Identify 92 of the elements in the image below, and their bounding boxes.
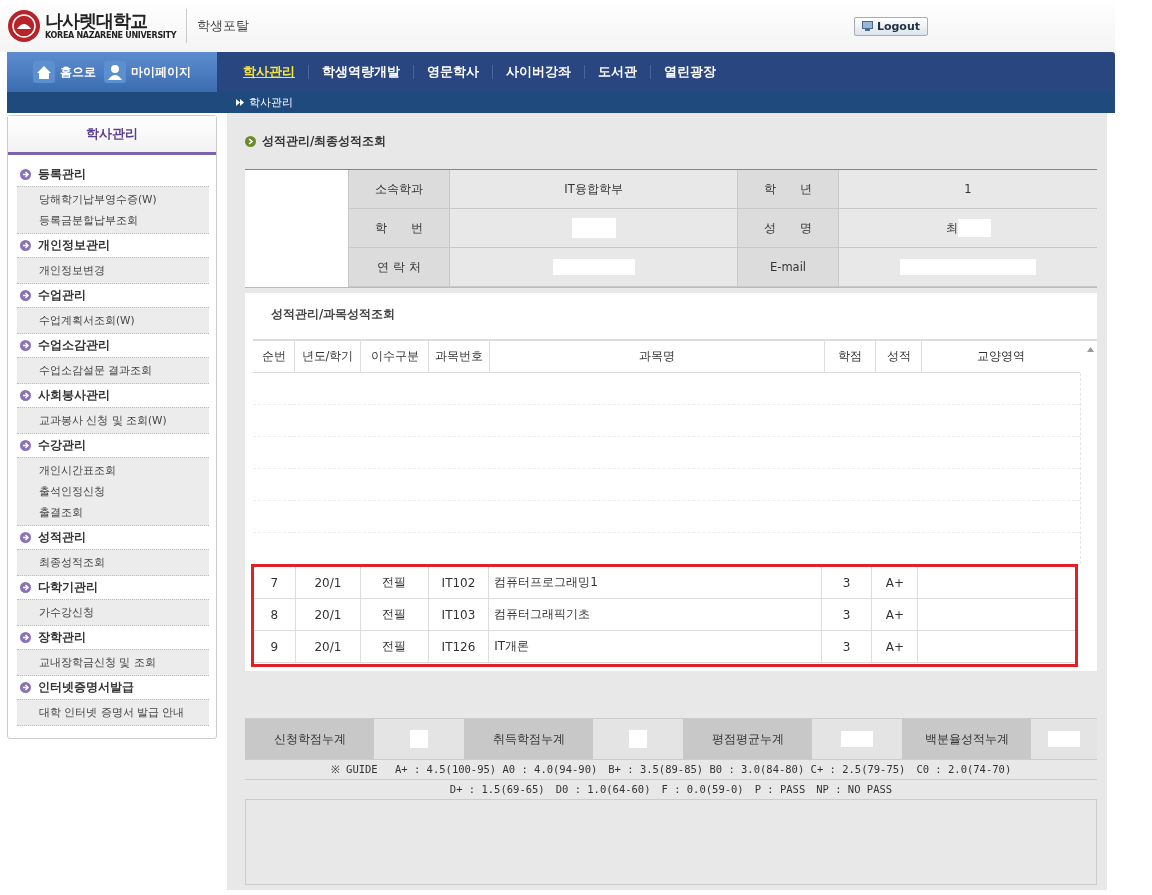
table-cell: 전필	[361, 631, 429, 663]
column-header: 과목번호	[429, 341, 490, 373]
menu-tab[interactable]: 학사관리	[243, 63, 295, 81]
field-label: 학 년	[737, 170, 838, 209]
arrow-circle-icon	[20, 240, 31, 251]
column-header: 과목명	[490, 341, 825, 373]
page-title-text: 성적관리/최종성적조회	[262, 132, 387, 150]
breadcrumb-text: 학사관리	[249, 95, 293, 110]
monitor-icon	[861, 21, 873, 31]
home-link[interactable]: 홈으로	[33, 61, 96, 83]
table-cell: 9	[254, 631, 296, 663]
menu-tab[interactable]: 영문학사	[427, 63, 479, 81]
sidebar-group-title[interactable]: 개인정보관리	[38, 237, 110, 254]
menu-tab[interactable]: 도서관	[598, 63, 637, 81]
column-header: 교양영역	[922, 341, 1080, 373]
sidebar-group-title[interactable]: 장학관리	[38, 629, 86, 646]
field-label: E-mail	[737, 248, 838, 287]
section-title: 성적관리/과목성적조회	[270, 306, 397, 323]
sidebar-group-title[interactable]: 사회봉사관리	[38, 387, 110, 404]
table-cell: 7	[254, 567, 296, 599]
table-cell: 컴퓨터프로그래밍1	[489, 567, 822, 599]
value-text: 최	[945, 220, 958, 236]
house-icon	[33, 61, 55, 83]
column-header: 년도/학기	[295, 341, 361, 373]
field-label: 연 락 처	[348, 248, 449, 287]
arrow-circle-icon	[20, 440, 31, 451]
table-cell: 3	[821, 631, 873, 663]
person-icon	[104, 61, 126, 83]
table-cell: A+	[872, 631, 919, 663]
sidebar-item[interactable]: 당해학기납부영수증(W)	[17, 189, 209, 210]
value-text: IT융합학부	[564, 181, 623, 197]
table-cell: 컴퓨터그래픽기초	[489, 599, 822, 631]
field-label: 학 번	[348, 209, 449, 248]
mypage-link[interactable]: 마이페이지	[104, 61, 191, 83]
arrow-circle-icon	[20, 169, 31, 180]
table-cell: IT126	[428, 631, 490, 663]
sidebar-item[interactable]: 등록금분할납부조회	[17, 210, 209, 231]
arrow-circle-icon	[20, 390, 31, 401]
table-cell: 전필	[361, 567, 429, 599]
arrow-circle-icon	[20, 682, 31, 693]
sidebar-group-title[interactable]: 성적관리	[38, 529, 86, 546]
table-cell: A+	[872, 567, 919, 599]
sidebar-item[interactable]: 출석인정신청	[17, 481, 209, 502]
summary-label: 백분율성적누계	[902, 719, 1031, 759]
sidebar-group-title[interactable]: 수업소감관리	[38, 337, 110, 354]
menu-tab[interactable]: 학생역량개발	[322, 63, 400, 81]
column-header: 학점	[825, 341, 876, 373]
sidebar-group-title[interactable]: 인터넷증명서발급	[38, 679, 134, 696]
summary-label: 취득학점누계	[464, 719, 593, 759]
sidebar-item[interactable]: 개인시간표조회	[17, 460, 209, 481]
table-cell: 3	[821, 567, 873, 599]
table-cell: IT개론	[489, 631, 822, 663]
chevron-circle-icon	[245, 135, 256, 147]
column-header: 성적	[876, 341, 922, 373]
table-cell: IT103	[428, 599, 490, 631]
arrow-circle-icon	[20, 340, 31, 351]
sidebar-group-title[interactable]: 등록관리	[38, 166, 86, 183]
value-text: 1	[964, 182, 972, 196]
field-label: 성 명	[737, 209, 838, 248]
table-cell: 20/1	[295, 599, 362, 631]
sidebar-title: 학사관리	[8, 116, 216, 155]
column-header: 이수구분	[361, 341, 429, 373]
arrow-circle-icon	[20, 290, 31, 301]
table-cell: 20/1	[295, 631, 362, 663]
scroll-up-arrow-icon	[1087, 347, 1094, 352]
table-cell: 8	[254, 599, 296, 631]
double-chevron-icon	[236, 99, 244, 106]
table-cell: 20/1	[295, 567, 362, 599]
sidebar-item[interactable]: 출결조회	[17, 502, 209, 523]
university-seal-icon	[7, 9, 41, 43]
university-name: 나사렛대학교	[45, 11, 148, 31]
menu-tab[interactable]: 열린광장	[664, 63, 716, 81]
university-subtitle: KOREA NAZARENE UNIVERSITY	[45, 31, 177, 41]
arrow-circle-icon	[20, 582, 31, 593]
portal-title: 학생포탈	[197, 17, 250, 35]
arrow-circle-icon	[20, 532, 31, 543]
grade-guide-text: ※ GUIDE A+ : 4.5(100-95) A0 : 4.0(94-90) B+ : 3.5(89-85) B0 : 3.0(84-80) C+ : 2.5(79-75) C0 : 2.0(74-70)	[245, 759, 1097, 779]
column-header: 순번	[253, 341, 295, 373]
summary-label: 평점평균누계	[683, 719, 812, 759]
logout-button[interactable]: Logout	[853, 16, 928, 36]
grade-guide-text: D+ : 1.5(69-65) D0 : 1.0(64-60) F : 0.0(59-0) P : PASS NP : NO PASS	[245, 779, 1097, 799]
menu-tab[interactable]: 사이버강좌	[506, 63, 571, 81]
arrow-circle-icon	[20, 632, 31, 643]
table-cell: 전필	[361, 599, 429, 631]
field-label: 소속학과	[348, 170, 449, 209]
table-cell: IT102	[428, 567, 490, 599]
summary-label: 신청학점누계	[245, 719, 374, 759]
table-cell: A+	[872, 599, 919, 631]
sidebar-group-title[interactable]: 수업관리	[38, 287, 86, 304]
sidebar-group-title[interactable]: 수강관리	[38, 437, 86, 454]
sidebar-group-title[interactable]: 다학기관리	[38, 579, 98, 596]
table-cell: 3	[821, 599, 873, 631]
